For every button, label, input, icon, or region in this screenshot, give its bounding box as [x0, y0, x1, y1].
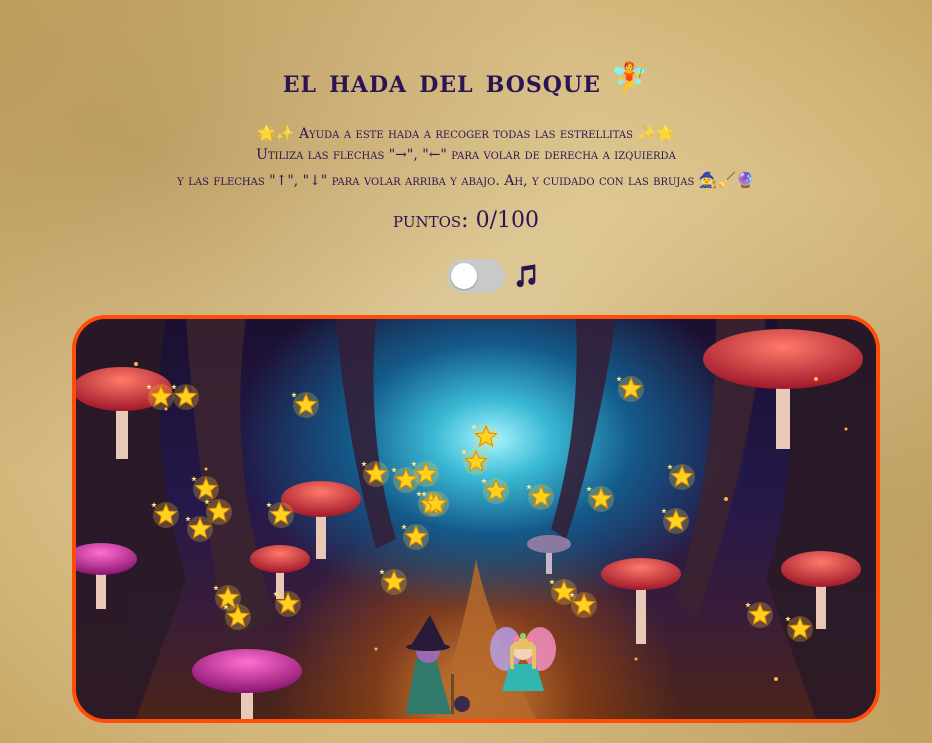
star-icon	[171, 384, 199, 410]
page-title: el hada del bosque 🧚	[0, 61, 932, 100]
crystal-ball-icon: 🔮	[736, 171, 755, 189]
star-icon	[379, 569, 407, 595]
instructions-text-2: Utiliza las flechas "→", "←" para volar …	[256, 147, 676, 163]
star-icon	[291, 392, 319, 418]
star-icon	[461, 449, 489, 475]
star-icon	[616, 376, 644, 402]
music-toggle[interactable]	[447, 259, 505, 293]
star-icon	[526, 484, 554, 510]
star-icon	[745, 602, 773, 628]
game-area[interactable]	[72, 315, 880, 723]
score-value: 0/100	[475, 208, 539, 233]
star-icon	[266, 502, 294, 528]
star-icon	[401, 524, 429, 550]
star-icon	[586, 486, 614, 512]
sparkles-icon: ✨	[637, 124, 657, 142]
music-note-icon	[516, 264, 536, 288]
glowing-star-icon: 🌟	[656, 124, 675, 142]
instructions-text-1: Ayuda a este hada a recoger todas las es…	[299, 126, 633, 142]
broom-icon: 🧹	[717, 171, 737, 189]
glowing-star-icon: 🌟	[257, 124, 276, 142]
score-label: puntos:	[393, 208, 469, 233]
score-display: puntos: 0/100	[0, 208, 932, 233]
toggle-knob	[451, 263, 477, 289]
instructions-line-3: y las flechas "↑", "↓" para volar arriba…	[0, 171, 932, 189]
star-icon	[661, 508, 689, 534]
star-icon	[667, 464, 695, 490]
star-icon	[481, 478, 509, 504]
star-icon	[191, 476, 219, 502]
title-text: el hada del bosque	[282, 62, 601, 101]
witch-icon: 🧙	[698, 171, 718, 189]
instructions-line-2: Utiliza las flechas "→", "←" para volar …	[0, 147, 932, 163]
forest-scene	[76, 319, 876, 719]
star-icon	[471, 424, 499, 450]
instructions-line-1: 🌟✨ Ayuda a este hada a recoger todas las…	[0, 124, 932, 142]
instructions-text-3: y las flechas "↑", "↓" para volar arriba…	[177, 173, 695, 189]
sparkles-icon: ✨	[275, 124, 295, 142]
fairy-icon: 🧚	[610, 61, 650, 97]
